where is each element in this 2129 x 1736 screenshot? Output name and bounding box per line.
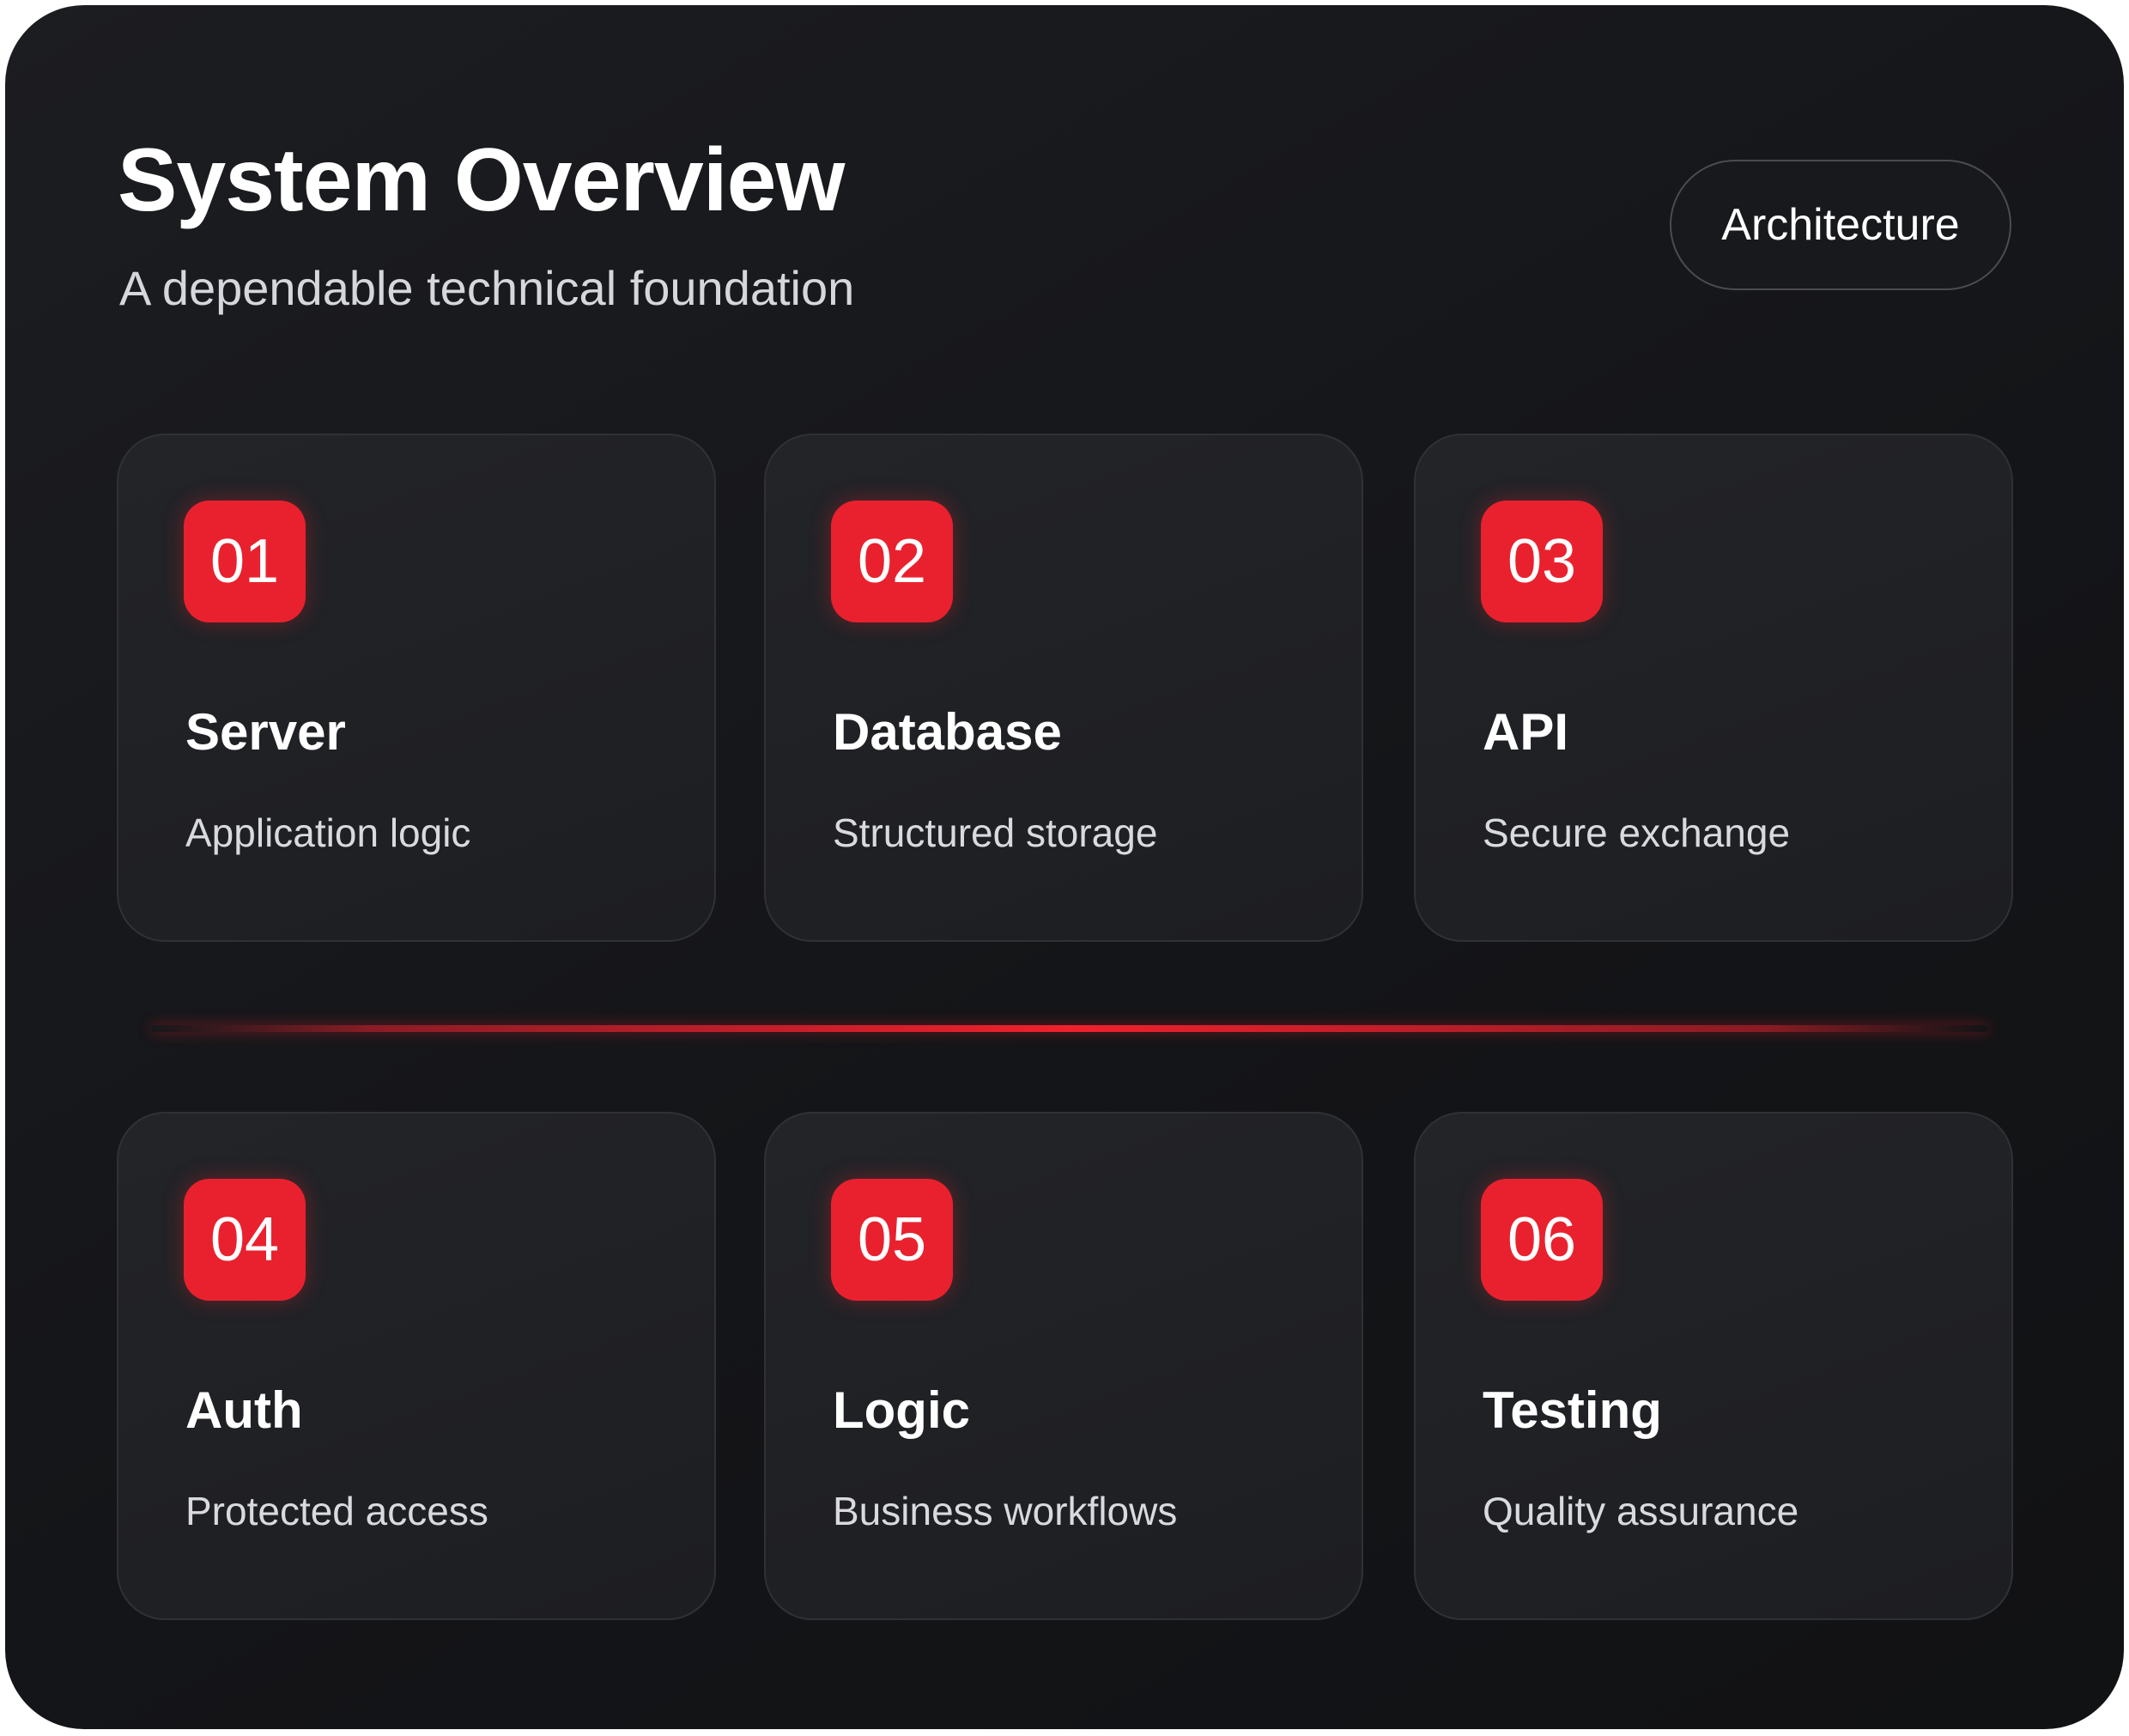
card-description: Quality assurance — [1483, 1489, 1799, 1533]
card-number-badge: 05 — [831, 1179, 953, 1301]
card-title: API — [1483, 703, 1569, 761]
card-database[interactable]: 02 Database Structured storage — [764, 434, 1363, 942]
card-logic[interactable]: 05 Logic Business workflows — [764, 1112, 1363, 1620]
card-description: Protected access — [185, 1489, 488, 1533]
card-title: Logic — [833, 1381, 970, 1439]
card-title: Server — [185, 703, 346, 761]
card-number-badge: 04 — [184, 1179, 306, 1301]
section-divider — [151, 1025, 1988, 1032]
system-overview-panel: System Overview A dependable technical f… — [5, 5, 2124, 1729]
card-server[interactable]: 01 Server Application logic — [117, 434, 716, 942]
card-title: Auth — [185, 1381, 303, 1439]
card-number-badge: 01 — [184, 501, 306, 622]
card-title: Database — [833, 703, 1062, 761]
card-description: Structured storage — [833, 810, 1158, 855]
card-api[interactable]: 03 API Secure exchange — [1414, 434, 2013, 942]
card-description: Application logic — [185, 810, 471, 855]
card-title: Testing — [1483, 1381, 1662, 1439]
card-description: Business workflows — [833, 1489, 1178, 1533]
card-testing[interactable]: 06 Testing Quality assurance — [1414, 1112, 2013, 1620]
component-grid: 01 Server Application logic 02 Database … — [5, 5, 2124, 1729]
card-number-badge: 02 — [831, 501, 953, 622]
card-auth[interactable]: 04 Auth Protected access — [117, 1112, 716, 1620]
card-number-badge: 03 — [1481, 501, 1603, 622]
card-number-badge: 06 — [1481, 1179, 1603, 1301]
card-description: Secure exchange — [1483, 810, 1791, 855]
